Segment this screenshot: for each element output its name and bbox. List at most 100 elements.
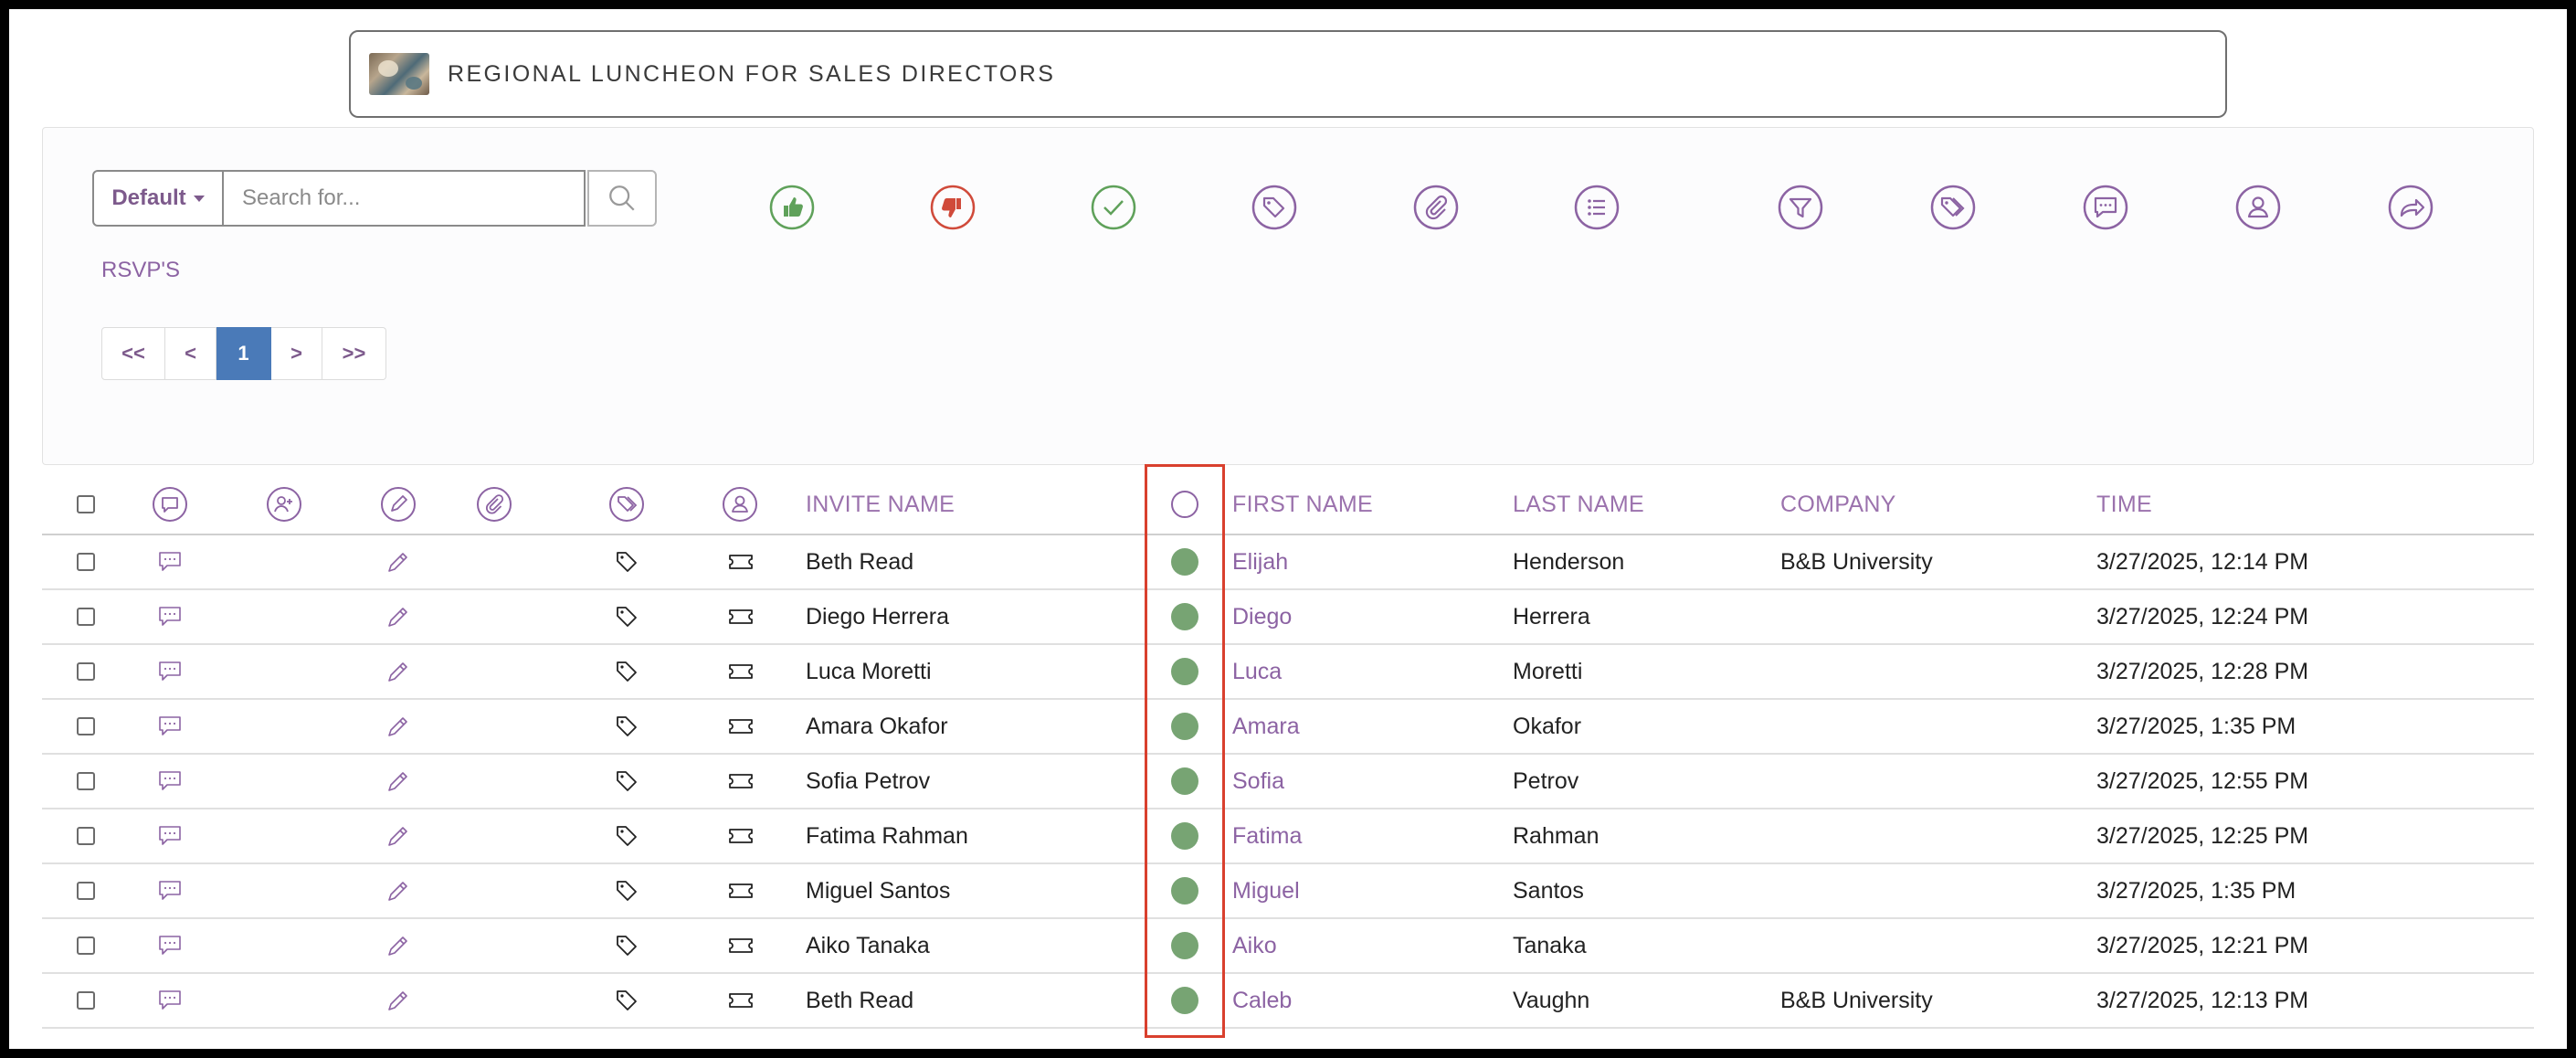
status-dot-icon xyxy=(1171,877,1198,905)
edit-pencil-icon[interactable] xyxy=(385,974,411,1027)
tag-icon[interactable] xyxy=(614,700,639,753)
comment-icon[interactable] xyxy=(157,755,183,808)
paperclip-icon[interactable] xyxy=(1413,185,1459,230)
select-all-checkbox[interactable] xyxy=(77,495,95,513)
col-invite-name[interactable]: INVITE NAME xyxy=(806,475,955,534)
comment-icon[interactable] xyxy=(157,974,183,1027)
tag-icon[interactable] xyxy=(614,809,639,862)
tags-icon[interactable] xyxy=(1930,185,1976,230)
comment-col-icon[interactable] xyxy=(152,475,188,534)
page-prev-button[interactable]: < xyxy=(165,327,216,380)
last-name-cell: Henderson xyxy=(1513,548,1625,575)
row-checkbox[interactable] xyxy=(77,662,95,681)
tag-icon[interactable] xyxy=(614,974,639,1027)
user-icon[interactable] xyxy=(2235,185,2281,230)
row-checkbox[interactable] xyxy=(77,553,95,571)
table-row: Luca Moretti Luca Moretti 3/27/2025, 12:… xyxy=(42,645,2534,700)
search-input[interactable] xyxy=(224,170,586,227)
tag-icon[interactable] xyxy=(614,755,639,808)
page-next-button[interactable]: > xyxy=(271,327,322,380)
first-name-link[interactable]: Sofia xyxy=(1232,755,1284,808)
edit-pencil-icon[interactable] xyxy=(385,919,411,972)
col-last-name[interactable]: LAST NAME xyxy=(1513,475,1644,534)
comment-icon[interactable] xyxy=(2083,185,2128,230)
last-name-cell: Herrera xyxy=(1513,603,1590,630)
edit-pencil-icon[interactable] xyxy=(385,535,411,588)
first-name-link[interactable]: Diego xyxy=(1232,590,1292,643)
row-checkbox[interactable] xyxy=(77,772,95,790)
event-thumbnail xyxy=(369,53,429,95)
add-user-col-icon[interactable] xyxy=(266,475,302,534)
filter-icon[interactable] xyxy=(1778,185,1823,230)
row-checkbox[interactable] xyxy=(77,936,95,955)
search-button[interactable] xyxy=(587,170,657,227)
first-name-link[interactable]: Aiko xyxy=(1232,919,1277,972)
ticket-icon[interactable] xyxy=(727,755,755,808)
thumbs-up-icon[interactable] xyxy=(769,185,815,230)
invite-name-cell: Sofia Petrov xyxy=(806,767,931,794)
first-name-link[interactable]: Luca xyxy=(1232,645,1282,698)
thumbs-down-icon[interactable] xyxy=(930,185,976,230)
check-icon[interactable] xyxy=(1091,185,1136,230)
comment-icon[interactable] xyxy=(157,919,183,972)
ticket-icon[interactable] xyxy=(727,590,755,643)
comment-icon[interactable] xyxy=(157,535,183,588)
ticket-icon[interactable] xyxy=(727,809,755,862)
edit-pencil-icon[interactable] xyxy=(385,809,411,862)
first-name-link[interactable]: Fatima xyxy=(1232,809,1302,862)
page-last-button[interactable]: >> xyxy=(322,327,386,380)
first-name-link[interactable]: Amara xyxy=(1232,700,1300,753)
comment-icon[interactable] xyxy=(157,809,183,862)
comment-icon[interactable] xyxy=(157,645,183,698)
ticket-icon[interactable] xyxy=(727,864,755,917)
edit-pencil-icon[interactable] xyxy=(385,700,411,753)
col-first-name[interactable]: FIRST NAME xyxy=(1232,475,1373,534)
ticket-icon[interactable] xyxy=(727,919,755,972)
row-checkbox[interactable] xyxy=(77,991,95,1010)
first-name-link[interactable]: Elijah xyxy=(1232,535,1288,588)
page-first-button[interactable]: << xyxy=(101,327,165,380)
row-checkbox[interactable] xyxy=(77,827,95,845)
comment-icon[interactable] xyxy=(157,864,183,917)
attachment-col-icon[interactable] xyxy=(476,475,512,534)
edit-pencil-icon[interactable] xyxy=(385,590,411,643)
row-checkbox[interactable] xyxy=(77,882,95,900)
view-dropdown[interactable]: Default xyxy=(92,170,224,227)
tags-col-icon[interactable] xyxy=(608,475,645,534)
last-name-cell: Santos xyxy=(1513,877,1584,904)
first-name-link[interactable]: Caleb xyxy=(1232,974,1292,1027)
ticket-icon[interactable] xyxy=(727,535,755,588)
time-cell: 3/27/2025, 1:35 PM xyxy=(2096,877,2296,904)
comment-icon[interactable] xyxy=(157,590,183,643)
status-col-header[interactable] xyxy=(1171,475,1198,534)
last-name-cell: Tanaka xyxy=(1513,932,1587,958)
page-current-button[interactable]: 1 xyxy=(216,327,271,380)
comment-icon[interactable] xyxy=(157,700,183,753)
ticket-icon[interactable] xyxy=(727,645,755,698)
first-name-link[interactable]: Miguel xyxy=(1232,864,1300,917)
share-icon[interactable] xyxy=(2388,185,2433,230)
tag-icon[interactable] xyxy=(614,645,639,698)
ticket-icon[interactable] xyxy=(727,974,755,1027)
edit-pencil-icon[interactable] xyxy=(385,645,411,698)
row-checkbox[interactable] xyxy=(77,608,95,626)
status-cell xyxy=(1171,809,1198,862)
list-icon[interactable] xyxy=(1574,185,1620,230)
row-select-cell xyxy=(77,809,95,862)
tag-icon[interactable] xyxy=(1251,185,1297,230)
tag-icon[interactable] xyxy=(614,590,639,643)
col-time[interactable]: TIME xyxy=(2096,475,2152,534)
tag-icon[interactable] xyxy=(614,919,639,972)
edit-pencil-icon[interactable] xyxy=(385,864,411,917)
invite-name-cell: Luca Moretti xyxy=(806,658,932,684)
edit-pencil-icon[interactable] xyxy=(385,755,411,808)
ticket-icon[interactable] xyxy=(727,700,755,753)
contact-col-icon[interactable] xyxy=(722,475,758,534)
toolbar-panel: Default Search for... RSVP'S << < 1 > >> xyxy=(42,127,2534,465)
edit-col-icon[interactable] xyxy=(380,475,417,534)
col-company[interactable]: COMPANY xyxy=(1780,475,1896,534)
tag-icon[interactable] xyxy=(614,535,639,588)
tag-icon[interactable] xyxy=(614,864,639,917)
rsvp-link[interactable]: RSVP'S xyxy=(101,258,180,283)
row-checkbox[interactable] xyxy=(77,717,95,735)
